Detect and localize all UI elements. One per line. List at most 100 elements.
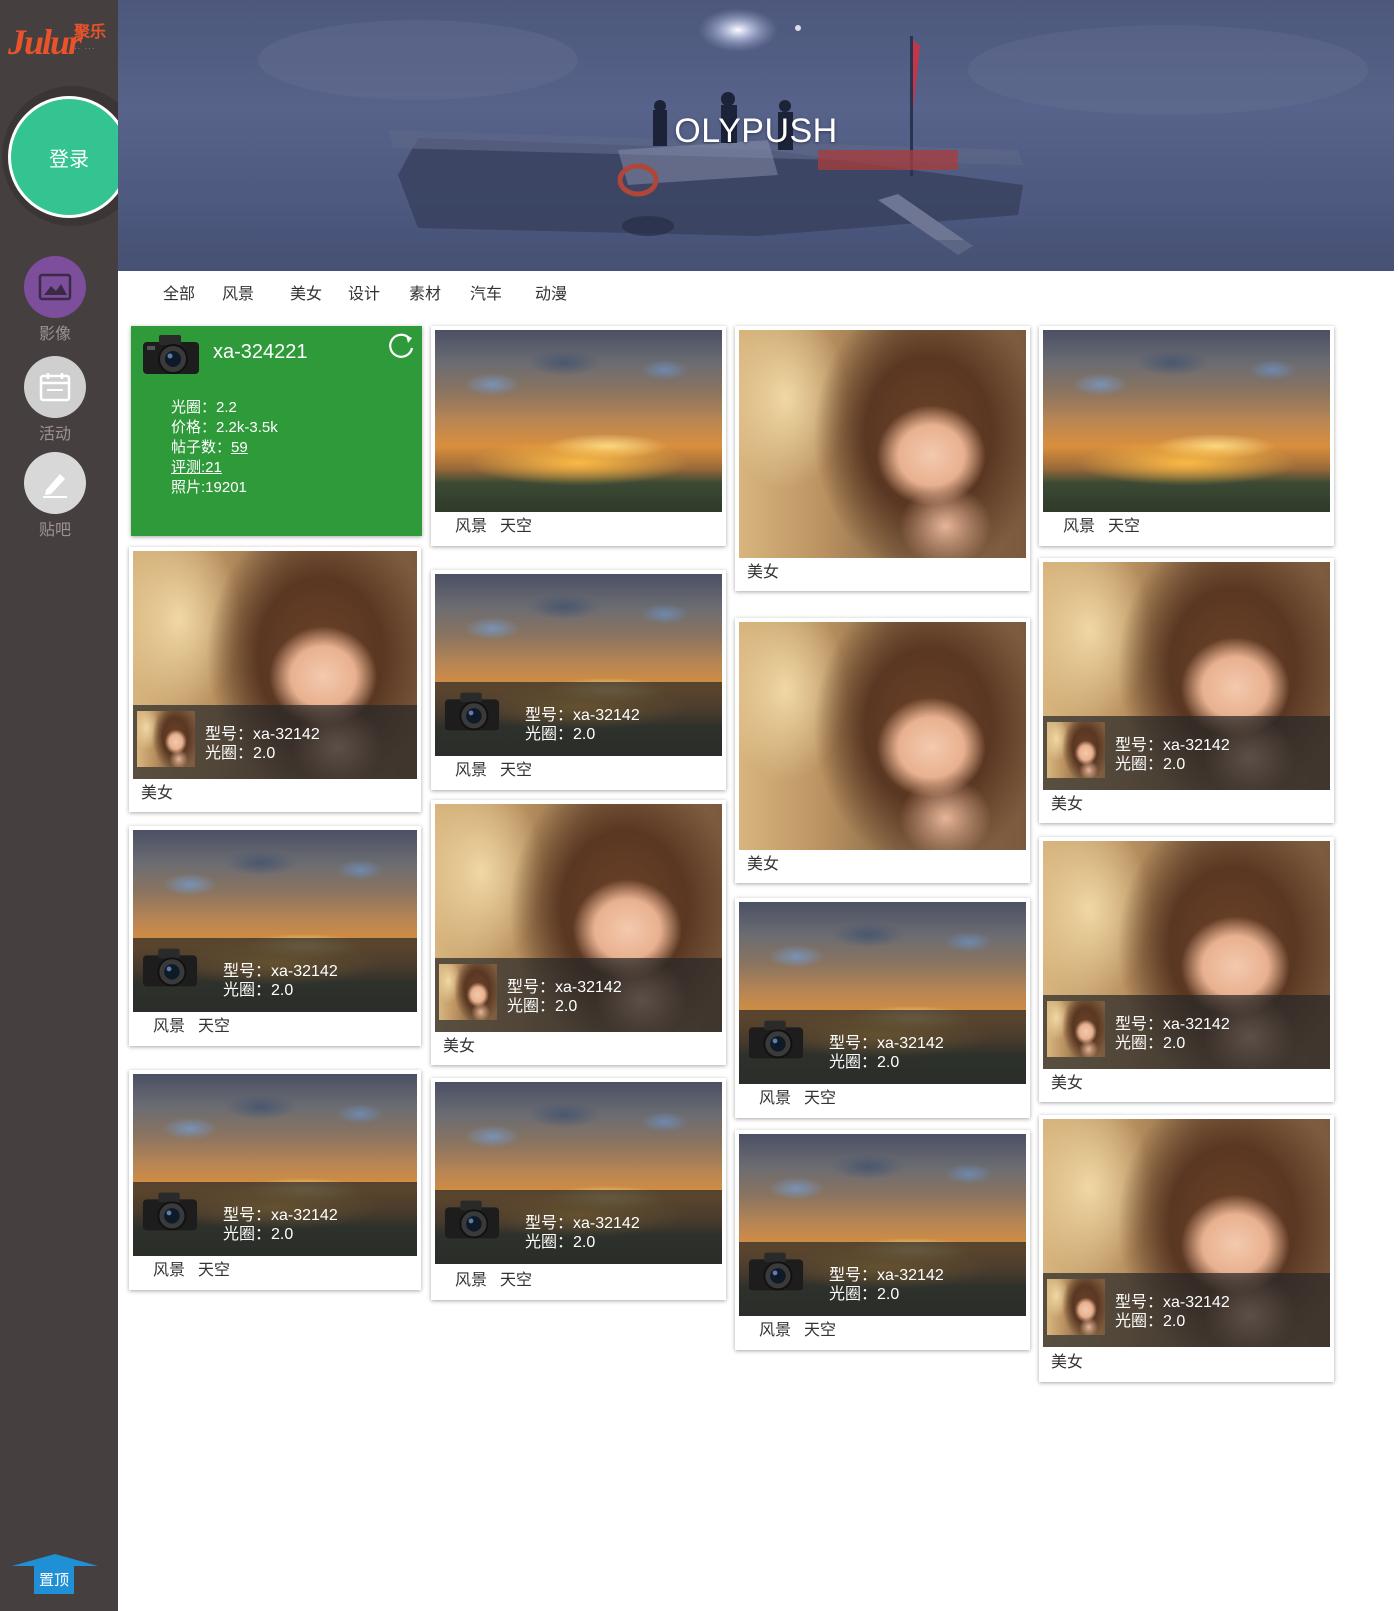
pencil-icon	[24, 452, 86, 514]
overlay-aperture: 光圈：2.0	[525, 726, 596, 743]
card-overlay: 型号：xa-32142 光圈：2.0	[739, 1010, 1026, 1084]
card-tag[interactable]: 美女	[1051, 1353, 1083, 1373]
overlay-model: 型号：xa-32142	[525, 707, 640, 724]
photo-card[interactable]: 型号：xa-32142 光圈：2.0 美女	[1039, 1115, 1334, 1382]
overlay-model: 型号：xa-32142	[829, 1035, 944, 1052]
card-tag[interactable]: 美女	[747, 855, 779, 875]
overlay-aperture: 光圈：2.0	[1115, 1313, 1186, 1330]
reviews-link[interactable]: 评测:21	[171, 458, 278, 478]
tab-anime[interactable]: 动漫	[535, 285, 567, 305]
card-tag[interactable]: 风景	[153, 1017, 185, 1037]
card-tag[interactable]: 美女	[141, 784, 173, 804]
tab-scenery[interactable]: 风景	[222, 285, 254, 305]
banner-title: OLYPUSH	[674, 112, 838, 150]
category-nav: 全部 风景 美女 设计 素材 汽车 动漫	[118, 271, 1398, 323]
sidebar-item-label: 贴吧	[38, 522, 71, 539]
card-tag[interactable]: 风景	[1063, 517, 1095, 537]
avatar	[1047, 1001, 1105, 1057]
overlay-model: 型号：xa-32142	[223, 1207, 338, 1224]
card-image: 型号：xa-32142 光圈：2.0	[739, 902, 1026, 1084]
card-tag[interactable]: 天空	[804, 1089, 836, 1109]
photo-card[interactable]: 型号：xa-32142 光圈：2.0 风景 天空	[431, 1078, 726, 1300]
camera-info-card[interactable]: xa-324221 光圈：2.2 价格：2.2k-3.5k 帖子数：59 评测:…	[131, 326, 422, 536]
photo-card[interactable]: 型号：xa-32142 光圈：2.0 风景 天空	[129, 826, 421, 1046]
card-tag[interactable]: 风景	[153, 1261, 185, 1281]
card-tag[interactable]: 美女	[443, 1037, 475, 1057]
sidebar-item-media[interactable]: 影像	[0, 256, 110, 344]
tab-car[interactable]: 汽车	[470, 285, 502, 305]
card-tag[interactable]: 风景	[759, 1089, 791, 1109]
logo[interactable]: Julur 聚乐 ·· ···	[8, 22, 108, 62]
photo-card[interactable]: 型号：xa-32142 光圈：2.0 风景 天空	[735, 1130, 1030, 1350]
card-tag[interactable]: 美女	[1051, 1074, 1083, 1094]
login-button[interactable]: 登录	[8, 96, 130, 218]
posts-link[interactable]: 59	[231, 439, 248, 456]
card-image: 型号：xa-32142 光圈：2.0	[739, 1134, 1026, 1316]
refresh-icon[interactable]	[387, 332, 415, 360]
tab-design[interactable]: 设计	[348, 285, 380, 305]
logo-latin: Julur	[8, 22, 82, 62]
card-image	[739, 330, 1026, 558]
photo-card[interactable]: 型号：xa-32142 光圈：2.0 美女	[129, 547, 421, 812]
overlay-model: 型号：xa-32142	[1115, 737, 1230, 754]
card-tag[interactable]: 风景	[759, 1321, 791, 1341]
spec-posts-label: 帖子数：	[171, 439, 232, 456]
overlay-model: 型号：xa-32142	[525, 1215, 640, 1232]
tab-material[interactable]: 素材	[409, 285, 441, 305]
card-overlay: 型号：xa-32142 光圈：2.0	[133, 938, 417, 1012]
spec-aperture: 光圈：2.2	[171, 399, 237, 416]
spec-photos: 照片:19201	[171, 479, 247, 496]
card-tag[interactable]: 天空	[500, 517, 532, 537]
photo-card[interactable]: 型号：xa-32142 光圈：2.0 风景 天空	[129, 1070, 421, 1290]
card-tag[interactable]: 风景	[455, 1271, 487, 1291]
card-tag[interactable]: 风景	[455, 517, 487, 537]
spec-price: 价格：2.2k-3.5k	[171, 419, 278, 436]
sidebar-item-forum[interactable]: 贴吧	[0, 452, 110, 540]
card-image	[1043, 330, 1330, 512]
photo-card[interactable]: 型号：xa-32142 光圈：2.0 风景 天空	[431, 570, 726, 790]
tab-beauty[interactable]: 美女	[290, 285, 322, 305]
photo-card[interactable]: 美女	[735, 618, 1030, 883]
photo-card[interactable]: 风景 天空	[431, 326, 726, 546]
photo-card[interactable]: 美女	[735, 326, 1030, 591]
photo-card[interactable]: 风景 天空	[1039, 326, 1334, 546]
card-image: 型号：xa-32142 光圈：2.0	[435, 574, 722, 756]
overlay-model: 型号：xa-32142	[829, 1267, 944, 1284]
back-to-top-button[interactable]: 置顶	[12, 1554, 98, 1598]
card-overlay: 型号：xa-32142 光圈：2.0	[435, 1190, 722, 1264]
photo-card[interactable]: 型号：xa-32142 光圈：2.0 风景 天空	[735, 898, 1030, 1118]
card-tag[interactable]: 天空	[198, 1261, 230, 1281]
sidebar: Julur 聚乐 ·· ··· 登录 影像 活动 贴吧 置顶	[0, 0, 142, 1611]
overlay-aperture: 光圈：2.0	[507, 998, 578, 1015]
overlay-aperture: 光圈：2.0	[223, 982, 294, 999]
overlay-aperture: 光圈：2.0	[223, 1226, 294, 1243]
spec-posts: 帖子数：59	[171, 438, 278, 458]
card-tag[interactable]: 天空	[804, 1321, 836, 1341]
sidebar-item-label: 影像	[38, 326, 71, 343]
card-image	[739, 622, 1026, 850]
card-tag[interactable]: 天空	[198, 1017, 230, 1037]
camera-icon	[143, 335, 199, 374]
sidebar-item-label: 活动	[38, 426, 71, 443]
overlay-model: 型号：xa-32142	[507, 979, 622, 996]
camera-icon	[748, 1252, 804, 1291]
camera-specs: 光圈：2.2 价格：2.2k-3.5k 帖子数：59 评测:21 照片:1920…	[171, 398, 278, 498]
avatar	[1047, 1279, 1105, 1335]
camera-icon	[444, 1200, 500, 1239]
hero-banner: OLYPUSH	[118, 0, 1394, 271]
avatar	[1047, 722, 1105, 778]
tab-all[interactable]: 全部	[163, 285, 195, 305]
card-tag[interactable]: 天空	[500, 1271, 532, 1291]
sidebar-item-event[interactable]: 活动	[0, 356, 110, 444]
card-tag[interactable]: 天空	[500, 761, 532, 781]
photo-card[interactable]: 型号：xa-32142 光圈：2.0 美女	[431, 800, 726, 1065]
photo-card[interactable]: 型号：xa-32142 光圈：2.0 美女	[1039, 837, 1334, 1102]
card-tag[interactable]: 美女	[1051, 795, 1083, 815]
card-tag[interactable]: 美女	[747, 563, 779, 583]
card-image	[435, 330, 722, 512]
card-tag[interactable]: 天空	[1108, 517, 1140, 537]
card-image: 型号：xa-32142 光圈：2.0	[1043, 841, 1330, 1069]
card-tag[interactable]: 风景	[455, 761, 487, 781]
card-image: 型号：xa-32142 光圈：2.0	[133, 1074, 417, 1256]
photo-card[interactable]: 型号：xa-32142 光圈：2.0 美女	[1039, 558, 1334, 823]
